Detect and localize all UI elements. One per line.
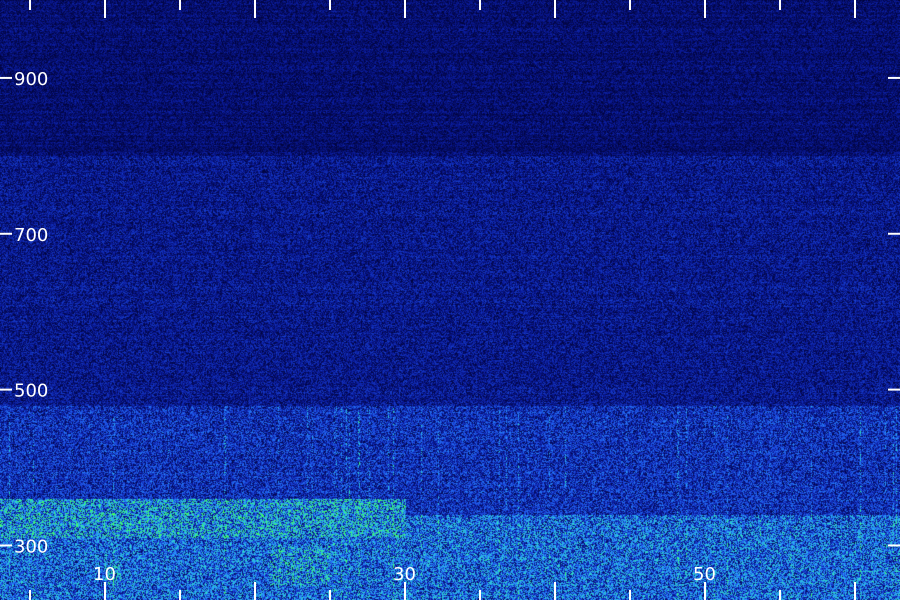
y-tick-label: 300 xyxy=(14,536,48,557)
axes-overlay: 10 30 50 300 500 700 900 xyxy=(0,0,900,600)
spectrogram-chart: 10 30 50 300 500 700 900 xyxy=(0,0,900,600)
y-tick-label: 700 xyxy=(14,225,48,246)
x-tick-labels: 10 30 50 xyxy=(93,564,716,585)
x-tick-label: 50 xyxy=(693,564,716,585)
y-tick-label: 500 xyxy=(14,381,48,402)
y-ticks-right xyxy=(888,76,900,547)
x-ticks-top xyxy=(29,0,856,18)
y-ticks-left xyxy=(0,76,12,547)
x-tick-label: 30 xyxy=(393,564,416,585)
x-ticks-bottom xyxy=(29,582,856,600)
y-tick-label: 900 xyxy=(14,69,48,90)
y-tick-labels: 300 500 700 900 xyxy=(14,69,48,558)
x-tick-label: 10 xyxy=(93,564,116,585)
